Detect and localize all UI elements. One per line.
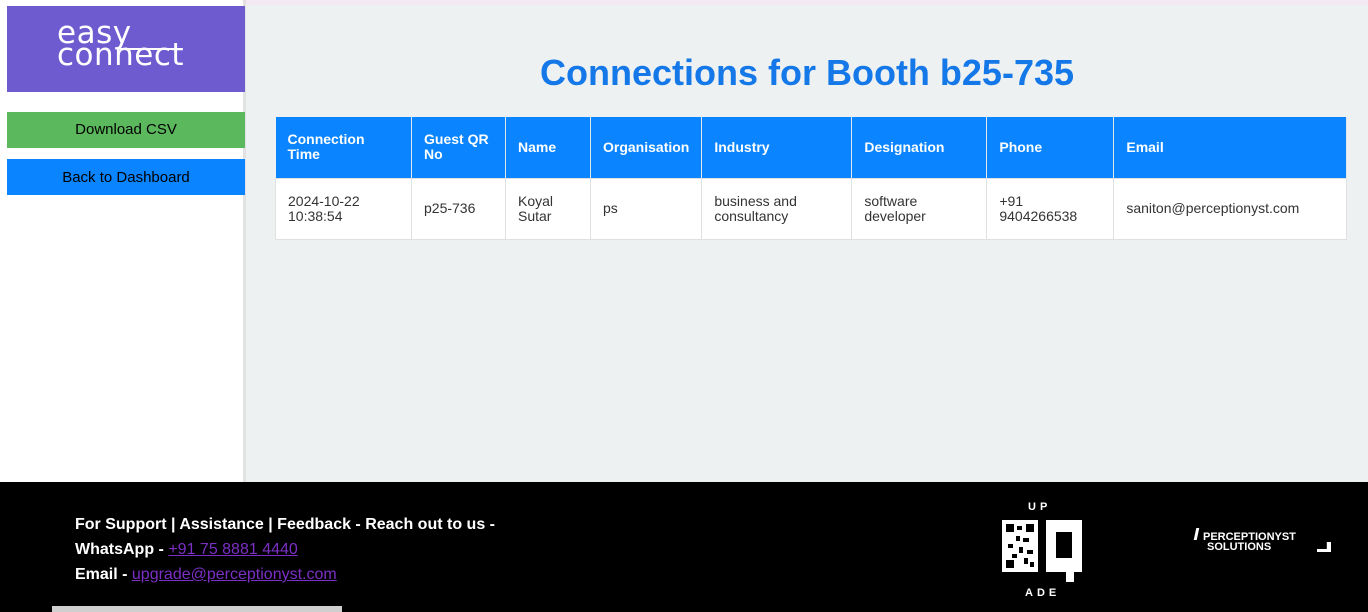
- cell-connection-time: 2024-10-22 10:38:54: [275, 177, 412, 240]
- header-industry: Industry: [701, 117, 853, 178]
- logo-line2: connect: [57, 37, 185, 73]
- support-line: For Support | Assistance | Feedback - Re…: [75, 516, 495, 533]
- upqr-logo-top: UP: [1028, 501, 1051, 513]
- download-csv-button[interactable]: Download CSV: [7, 112, 245, 148]
- cell-name: Koyal Sutar: [505, 177, 591, 240]
- perceptionyst-logo: PERCEPTIONYST SOLUTIONS: [1193, 526, 1335, 556]
- header-organisation: Organisation: [590, 117, 703, 178]
- back-to-dashboard-button[interactable]: Back to Dashboard: [7, 159, 245, 195]
- footer: For Support | Assistance | Feedback - Re…: [0, 482, 1368, 612]
- cell-organisation: ps: [589, 177, 703, 240]
- cell-industry: business and consultancy: [701, 177, 853, 240]
- header-email: Email: [1113, 117, 1347, 178]
- perc-logo-left-mark: [1193, 528, 1200, 540]
- email-line: Email - upgrade@perceptionyst.com: [75, 562, 495, 587]
- perc-logo-line2: SOLUTIONS: [1207, 541, 1272, 553]
- cell-phone: +91 9404266538: [986, 177, 1115, 240]
- header-name: Name: [505, 117, 591, 178]
- cell-email: saniton@perceptionyst.com: [1113, 177, 1347, 240]
- support-info: For Support | Assistance | Feedback - Re…: [75, 512, 495, 587]
- header-designation: Designation: [851, 117, 988, 178]
- email-link[interactable]: upgrade@perceptionyst.com: [132, 566, 337, 583]
- horizontal-scrollbar[interactable]: [52, 606, 342, 612]
- perc-logo-right-mark: [1317, 542, 1331, 552]
- page-title: Connections for Booth b25-735: [539, 52, 1075, 93]
- cell-guest-qr-no: p25-736: [411, 177, 506, 240]
- sidebar: easy connect Download CSV Back to Dashbo…: [0, 0, 246, 482]
- cell-designation: software developer: [851, 177, 988, 240]
- header-guest-qr-no: Guest QR No: [411, 117, 506, 178]
- header-connection-time: Connection Time: [275, 117, 412, 178]
- easyconnect-logo[interactable]: easy connect: [7, 6, 245, 92]
- whatsapp-line: WhatsApp - +91 75 8881 4440: [75, 537, 495, 562]
- table-header-row: Connection Time Guest QR No Name Organis…: [275, 117, 1347, 178]
- connections-table: Connection Time Guest QR No Name Organis…: [275, 117, 1347, 240]
- email-label: Email -: [75, 566, 132, 583]
- header-phone: Phone: [986, 117, 1115, 178]
- whatsapp-label: WhatsApp -: [75, 541, 169, 558]
- upqrade-logo: UP ADE: [1002, 501, 1082, 599]
- whatsapp-link[interactable]: +91 75 8881 4440: [168, 541, 297, 558]
- upqr-logo-bottom: ADE: [1025, 587, 1060, 599]
- table-row: 2024-10-22 10:38:54 p25-736 Koyal Sutar …: [275, 177, 1347, 240]
